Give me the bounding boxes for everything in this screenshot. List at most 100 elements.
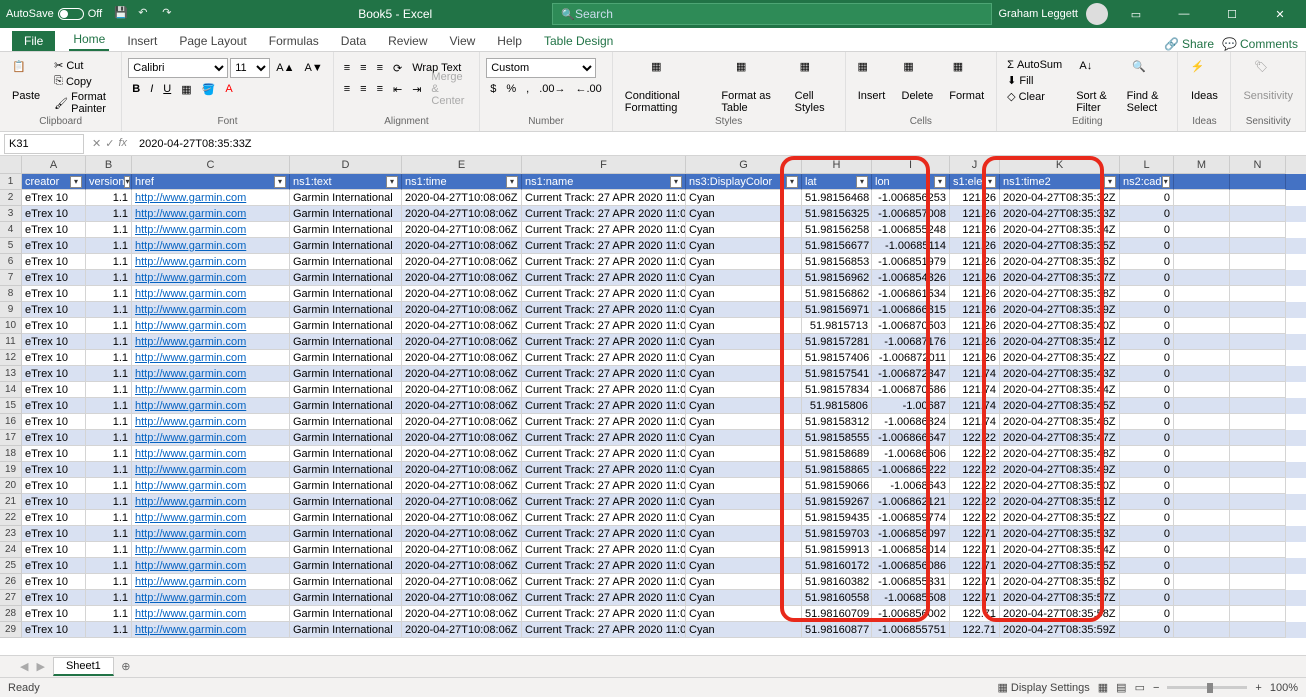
cell[interactable]: 121.26 [950, 286, 1000, 302]
cell[interactable]: 0 [1120, 430, 1174, 446]
cell[interactable]: eTrex 10 [22, 478, 86, 494]
cell[interactable] [1230, 414, 1286, 430]
cell[interactable]: 121.26 [950, 334, 1000, 350]
cell[interactable]: 0 [1120, 606, 1174, 622]
cell[interactable] [1174, 478, 1230, 494]
cell[interactable]: 1.1 [86, 334, 132, 350]
col-header-I[interactable]: I [872, 156, 950, 174]
cell[interactable]: eTrex 10 [22, 366, 86, 382]
cell[interactable]: Cyan [686, 334, 802, 350]
cell[interactable]: 0 [1120, 478, 1174, 494]
cell[interactable]: 1.1 [86, 302, 132, 318]
user-name[interactable]: Graham Leggett [999, 8, 1079, 20]
filter-icon[interactable]: ▾ [934, 176, 946, 188]
cell[interactable]: 0 [1120, 590, 1174, 606]
cell[interactable] [1230, 254, 1286, 270]
cell[interactable]: http://www.garmin.com [132, 366, 290, 382]
cell[interactable]: 51.98156971 [802, 302, 872, 318]
cell[interactable]: http://www.garmin.com [132, 190, 290, 206]
cell[interactable]: http://www.garmin.com [132, 206, 290, 222]
cell[interactable]: Garmin International [290, 574, 402, 590]
cell[interactable]: Cyan [686, 398, 802, 414]
cell[interactable]: 1.1 [86, 366, 132, 382]
cell[interactable]: Cyan [686, 542, 802, 558]
cell[interactable]: Current Track: 27 APR 2020 11:03 [522, 350, 686, 366]
cell[interactable]: 122.71 [950, 542, 1000, 558]
cell[interactable]: Current Track: 27 APR 2020 11:03 [522, 238, 686, 254]
cell[interactable]: 0 [1120, 414, 1174, 430]
cell[interactable]: Garmin International [290, 622, 402, 638]
cell[interactable]: eTrex 10 [22, 254, 86, 270]
cell[interactable]: 2020-04-27T08:35:44Z [1000, 382, 1120, 398]
cell[interactable]: eTrex 10 [22, 222, 86, 238]
cell[interactable]: 2020-04-27T08:35:55Z [1000, 558, 1120, 574]
col-header-B[interactable]: B [86, 156, 132, 174]
cell[interactable]: Cyan [686, 350, 802, 366]
cell-styles-button[interactable]: ▦Cell Styles [789, 58, 839, 116]
cell[interactable] [1174, 622, 1230, 638]
cell[interactable]: Current Track: 27 APR 2020 11:03 [522, 398, 686, 414]
cell[interactable]: Cyan [686, 190, 802, 206]
cell[interactable]: eTrex 10 [22, 430, 86, 446]
cell[interactable]: 1.1 [86, 254, 132, 270]
row-header-17[interactable]: 17 [0, 430, 22, 446]
cell[interactable]: eTrex 10 [22, 446, 86, 462]
filter-icon[interactable]: ▾ [506, 176, 518, 188]
row-header-29[interactable]: 29 [0, 622, 22, 638]
cell[interactable]: 2020-04-27T10:08:06Z [402, 414, 522, 430]
row-header-5[interactable]: 5 [0, 238, 22, 254]
row-header-25[interactable]: 25 [0, 558, 22, 574]
view-normal-icon[interactable]: ▦ [1098, 681, 1108, 694]
name-box[interactable]: K31 [4, 134, 84, 154]
cell[interactable]: 1.1 [86, 478, 132, 494]
cell[interactable] [1174, 366, 1230, 382]
cell[interactable]: 0 [1120, 366, 1174, 382]
cell[interactable]: 122.71 [950, 558, 1000, 574]
cell[interactable]: Cyan [686, 430, 802, 446]
format-painter-button[interactable]: 🖌 Format Painter [50, 90, 115, 116]
cell[interactable]: 121.26 [950, 350, 1000, 366]
cell[interactable]: Current Track: 27 APR 2020 11:03 [522, 206, 686, 222]
cell[interactable]: -1.006857008 [872, 206, 950, 222]
cell[interactable]: 0 [1120, 622, 1174, 638]
cell[interactable]: Garmin International [290, 414, 402, 430]
cell[interactable]: 2020-04-27T10:08:06Z [402, 446, 522, 462]
cell[interactable]: 2020-04-27T08:35:57Z [1000, 590, 1120, 606]
cell[interactable] [1174, 238, 1230, 254]
clear-button[interactable]: ◇ Clear [1003, 89, 1066, 104]
cell[interactable]: eTrex 10 [22, 590, 86, 606]
cell[interactable]: Cyan [686, 302, 802, 318]
cell[interactable] [1230, 526, 1286, 542]
header-ns1:time2[interactable]: ns1:time2▾ [1000, 174, 1120, 190]
cell[interactable] [1174, 382, 1230, 398]
cell[interactable]: http://www.garmin.com [132, 526, 290, 542]
filter-icon[interactable]: ▾ [274, 176, 286, 188]
cell[interactable]: 2020-04-27T10:08:06Z [402, 334, 522, 350]
cell[interactable] [1174, 206, 1230, 222]
cell[interactable]: Cyan [686, 366, 802, 382]
cell[interactable]: http://www.garmin.com [132, 286, 290, 302]
cell[interactable]: 0 [1120, 334, 1174, 350]
filter-icon[interactable]: ▾ [124, 176, 130, 188]
comma-icon[interactable]: , [522, 82, 533, 96]
cell[interactable] [1174, 286, 1230, 302]
underline-button[interactable]: U [159, 82, 175, 96]
cell[interactable] [1174, 574, 1230, 590]
cell[interactable]: http://www.garmin.com [132, 494, 290, 510]
insert-button[interactable]: ▦Insert [852, 58, 892, 104]
filter-icon[interactable]: ▾ [386, 176, 398, 188]
cell[interactable]: 1.1 [86, 430, 132, 446]
cell[interactable]: 122.71 [950, 574, 1000, 590]
cell[interactable]: 51.98156853 [802, 254, 872, 270]
row-header-4[interactable]: 4 [0, 222, 22, 238]
cell[interactable]: eTrex 10 [22, 190, 86, 206]
cell[interactable]: eTrex 10 [22, 318, 86, 334]
cell[interactable]: http://www.garmin.com [132, 606, 290, 622]
cell[interactable] [1230, 494, 1286, 510]
tab-help[interactable]: Help [493, 31, 526, 51]
cell[interactable]: -1.00687 [872, 398, 950, 414]
cell[interactable]: Current Track: 27 APR 2020 11:03 [522, 382, 686, 398]
cell[interactable]: -1.006854326 [872, 270, 950, 286]
cell[interactable]: 2020-04-27T10:08:06Z [402, 574, 522, 590]
cell[interactable]: Cyan [686, 318, 802, 334]
